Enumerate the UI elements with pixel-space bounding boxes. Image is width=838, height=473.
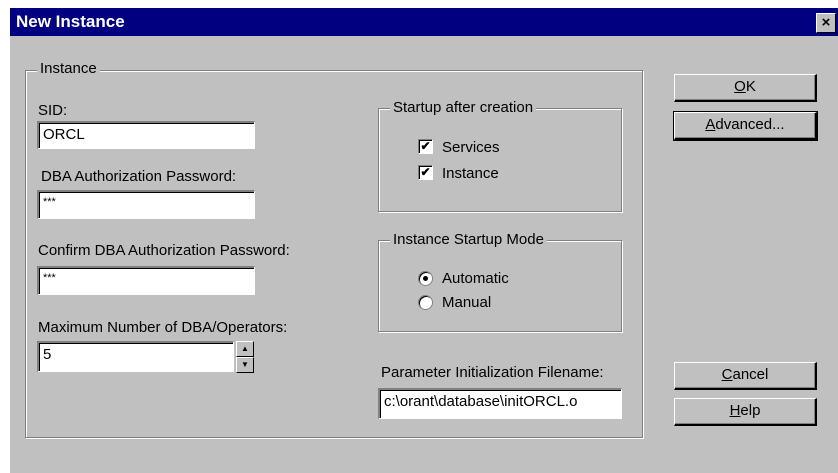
help-label: elp: [740, 402, 761, 419]
cancel-mnemonic: C: [721, 366, 733, 383]
radio-selected-dot: [423, 276, 428, 281]
window-title: New Instance: [16, 12, 125, 31]
instance-checkbox[interactable]: ✔: [418, 165, 433, 180]
ok-button[interactable]: OK: [674, 74, 817, 102]
max-operators-label: Maximum Number of DBA/Operators:: [38, 319, 288, 336]
close-button[interactable]: ×: [816, 13, 836, 33]
dba-password-input[interactable]: ***: [37, 190, 255, 219]
new-instance-dialog: New Instance × Instance SID: ORCL DBA Au…: [10, 8, 838, 473]
startup-after-creation-group: [378, 108, 622, 212]
check-icon: ✔: [420, 165, 431, 179]
instance-checkbox-label[interactable]: Instance: [442, 165, 499, 182]
automatic-label[interactable]: Automatic: [442, 270, 509, 287]
spin-up-icon: ▲: [241, 344, 249, 353]
dba-password-label: DBA Authorization Password:: [41, 168, 237, 185]
manual-label[interactable]: Manual: [442, 294, 491, 311]
confirm-password-input[interactable]: ***: [37, 266, 255, 295]
close-icon: ×: [821, 14, 831, 31]
help-button[interactable]: Help: [674, 398, 817, 426]
confirm-password-label: Confirm DBA Authorization Password:: [38, 242, 290, 259]
param-file-label: Parameter Initialization Filename:: [381, 364, 604, 381]
sid-input[interactable]: ORCL: [37, 121, 255, 149]
startup-mode-title: Instance Startup Mode: [390, 231, 547, 248]
advanced-mnemonic: A: [705, 116, 716, 133]
startup-after-creation-title: Startup after creation: [390, 99, 537, 116]
cancel-button[interactable]: Cancel: [674, 362, 817, 390]
param-file-input[interactable]: c:\orant\database\initORCL.o: [378, 388, 622, 419]
services-label[interactable]: Services: [442, 139, 500, 156]
check-icon: ✔: [420, 139, 431, 153]
advanced-button[interactable]: Advanced...: [673, 111, 818, 141]
title-bar[interactable]: New Instance ×: [10, 8, 838, 36]
help-mnemonic: H: [729, 402, 741, 419]
manual-radio[interactable]: [418, 295, 433, 310]
sid-label: SID:: [38, 102, 68, 119]
spin-down-icon: ▼: [241, 360, 249, 369]
spin-down-button[interactable]: ▼: [236, 357, 254, 373]
advanced-label: dvanced...: [715, 116, 785, 133]
max-operators-input[interactable]: 5: [37, 341, 234, 372]
services-checkbox[interactable]: ✔: [418, 139, 433, 154]
spin-up-button[interactable]: ▲: [236, 341, 254, 357]
instance-group-title: Instance: [37, 60, 100, 77]
ok-mnemonic: O: [734, 78, 746, 95]
ok-label: K: [745, 78, 756, 95]
automatic-radio[interactable]: [418, 271, 433, 286]
cancel-label: ancel: [732, 366, 769, 383]
